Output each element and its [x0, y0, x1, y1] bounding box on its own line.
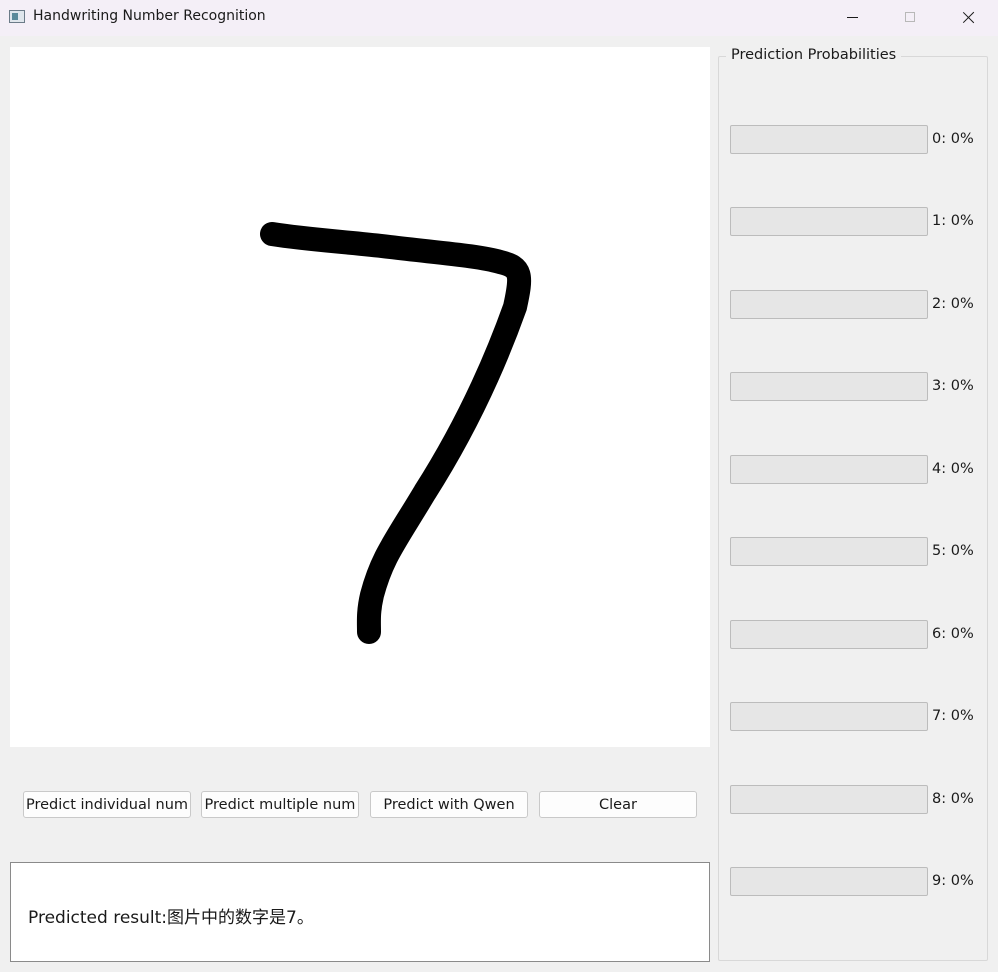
probability-bar-7 — [730, 702, 928, 731]
drawn-stroke — [260, 222, 532, 644]
result-text: Predicted result:图片中的数字是7。 — [28, 908, 314, 928]
probability-bar-4 — [730, 455, 928, 484]
title-bar[interactable]: Handwriting Number Recognition — [0, 0, 998, 36]
minimize-button[interactable] — [829, 0, 875, 34]
probability-label-3: 3: 0% — [932, 378, 974, 394]
probability-bar-3 — [730, 372, 928, 401]
close-button[interactable] — [945, 0, 991, 34]
probabilities-title: Prediction Probabilities — [726, 47, 902, 63]
main-window: Handwriting Number Recognition Predict i… — [0, 0, 998, 972]
probability-label-0: 0: 0% — [932, 131, 974, 147]
clear-button[interactable]: Clear — [539, 791, 697, 818]
drawing-canvas[interactable] — [10, 47, 710, 747]
probability-label-4: 4: 0% — [932, 461, 974, 477]
close-icon — [962, 11, 975, 24]
predict-individual-button[interactable]: Predict individual num — [23, 791, 191, 818]
app-window-icon — [9, 10, 25, 23]
probability-bar-1 — [730, 207, 928, 236]
predict-multiple-button[interactable]: Predict multiple num — [201, 791, 359, 818]
result-display: Predicted result:图片中的数字是7。 — [10, 862, 710, 962]
probability-label-9: 9: 0% — [932, 873, 974, 889]
probability-bar-6 — [730, 620, 928, 649]
probability-label-7: 7: 0% — [932, 708, 974, 724]
probability-label-8: 8: 0% — [932, 791, 974, 807]
probabilities-group — [718, 56, 988, 961]
window-title: Handwriting Number Recognition — [33, 8, 266, 24]
probability-label-6: 6: 0% — [932, 626, 974, 642]
maximize-button[interactable] — [887, 0, 933, 34]
maximize-icon — [905, 12, 915, 22]
probability-label-5: 5: 0% — [932, 543, 974, 559]
probability-bar-8 — [730, 785, 928, 814]
predict-qwen-button[interactable]: Predict with Qwen — [370, 791, 528, 818]
probability-bar-2 — [730, 290, 928, 319]
probability-bar-0 — [730, 125, 928, 154]
probability-label-2: 2: 0% — [932, 296, 974, 312]
minimize-icon — [846, 16, 858, 18]
probability-bar-5 — [730, 537, 928, 566]
probability-bar-9 — [730, 867, 928, 896]
probability-label-1: 1: 0% — [932, 213, 974, 229]
